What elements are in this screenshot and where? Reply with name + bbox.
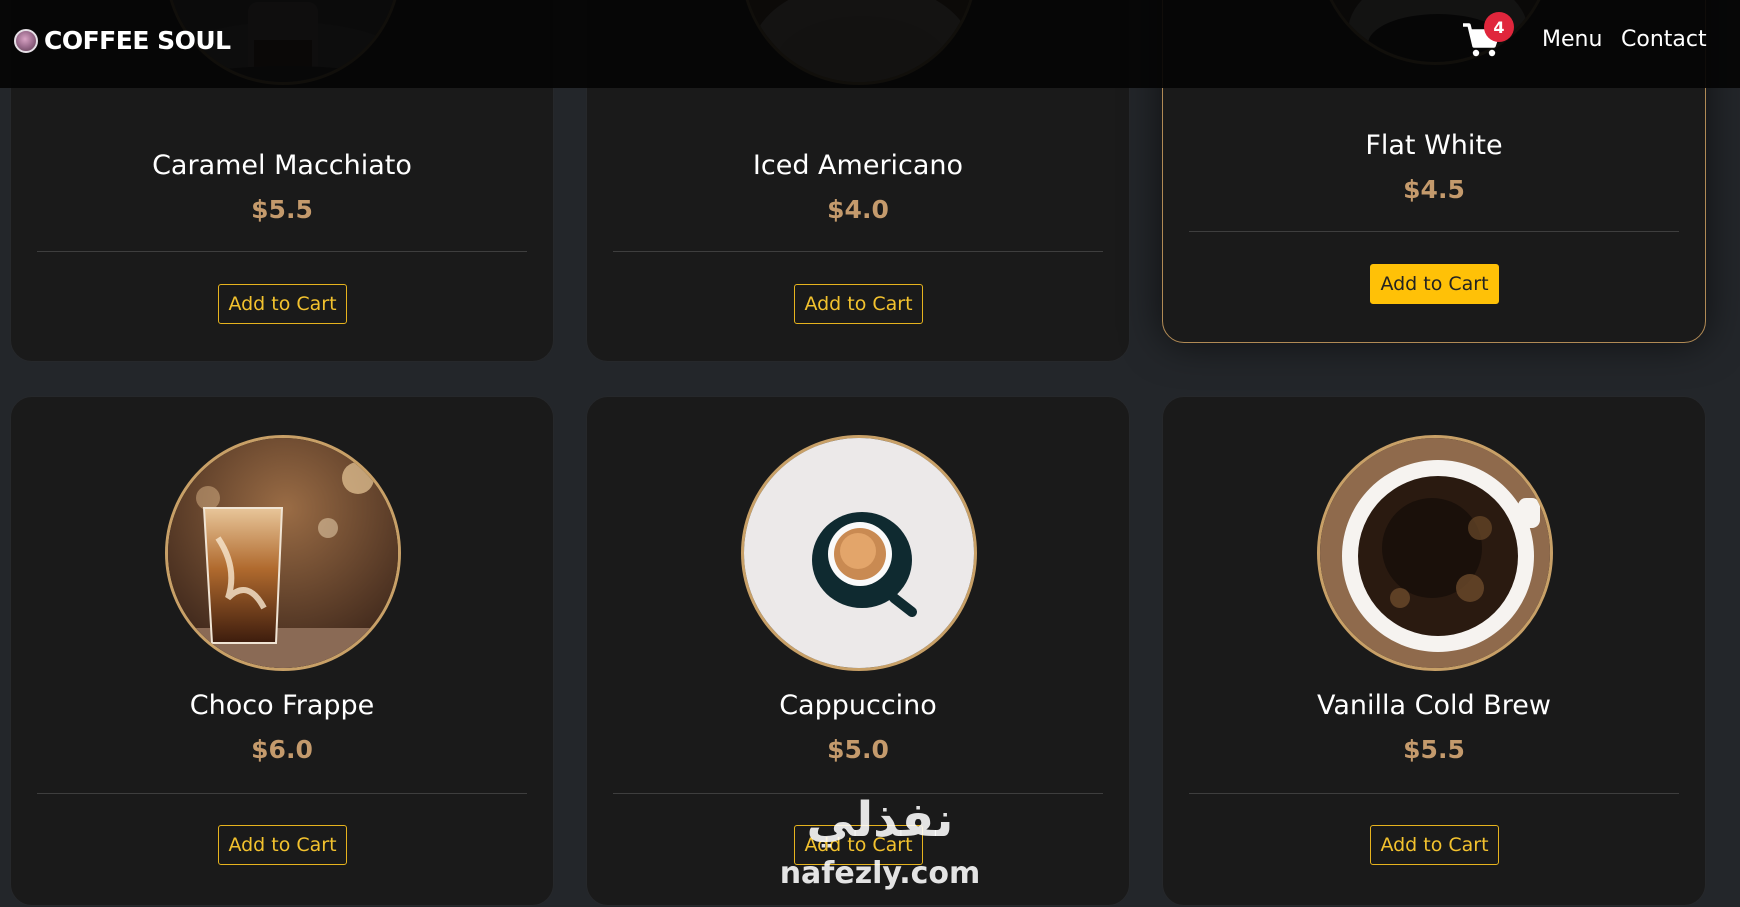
product-name: Flat White	[1365, 130, 1503, 161]
product-image	[165, 435, 401, 671]
coffee-cup-icon	[14, 28, 38, 53]
nav-link-contact[interactable]: Contact	[1621, 27, 1707, 52]
card-divider	[1189, 793, 1679, 794]
product-name: Iced Americano	[752, 150, 964, 181]
navbar: COFFEE SOUL 4 Menu Contact	[0, 0, 1740, 88]
product-name: Vanilla Cold Brew	[1317, 690, 1551, 721]
cart-count-badge: 4	[1484, 12, 1514, 42]
product-image	[741, 435, 977, 671]
cart-button[interactable]: 4	[1462, 12, 1522, 62]
add-to-cart-button[interactable]: Add to Cart	[218, 825, 347, 865]
product-name: Choco Frappe	[189, 690, 375, 721]
card-divider	[613, 251, 1103, 252]
add-to-cart-button[interactable]: Add to Cart	[794, 284, 923, 324]
watermark-url: nafezly.com	[779, 856, 981, 891]
add-to-cart-button[interactable]: Add to Cart	[1370, 825, 1499, 865]
watermark-arabic: نفذلي	[806, 792, 954, 848]
product-price: $5.0	[827, 735, 889, 764]
card-divider	[37, 251, 527, 252]
product-card-choco-frappe: Choco Frappe $6.0 Add to Cart	[10, 396, 554, 906]
watermark: نفذلي nafezly.com	[760, 792, 1000, 907]
add-to-cart-button[interactable]: Add to Cart	[1370, 264, 1499, 304]
product-price: $4.0	[827, 195, 889, 224]
product-price: $5.5	[1403, 735, 1465, 764]
add-to-cart-button[interactable]: Add to Cart	[218, 284, 347, 324]
product-image	[1317, 435, 1553, 671]
product-name: Cappuccino	[779, 690, 937, 721]
product-price: $5.5	[251, 195, 313, 224]
product-price: $6.0	[251, 735, 313, 764]
card-divider	[1189, 231, 1679, 232]
product-price: $4.5	[1403, 175, 1465, 204]
nav-link-menu[interactable]: Menu	[1542, 27, 1602, 52]
brand-logo[interactable]: COFFEE SOUL	[14, 26, 231, 55]
product-name: Caramel Macchiato	[152, 150, 412, 181]
brand-name: COFFEE SOUL	[44, 26, 231, 55]
product-card-vanilla-cold-brew: Vanilla Cold Brew $5.5 Add to Cart	[1162, 396, 1706, 906]
card-divider	[37, 793, 527, 794]
